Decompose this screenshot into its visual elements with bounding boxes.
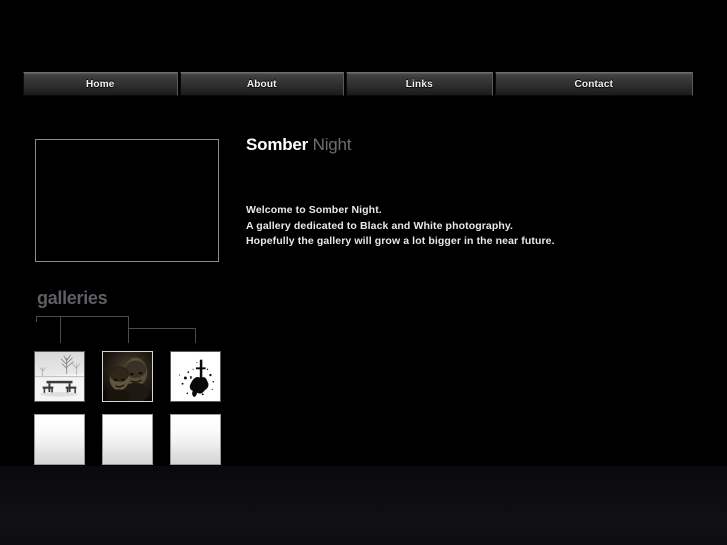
gallery-thumbnail-grid <box>34 351 234 465</box>
nav-label-links: Links <box>405 78 433 90</box>
main-navigation: Home About Links Contact <box>23 72 693 96</box>
gallery-bracket-vertical-2 <box>60 316 61 343</box>
nav-item-contact[interactable]: Contact <box>494 72 693 96</box>
intro-paragraph: Welcome to Somber Night. A gallery dedic… <box>246 203 686 250</box>
ink-splatter-image <box>171 352 220 401</box>
snow-picnic-table-image <box>35 352 84 401</box>
galleries-heading: galleries <box>37 288 108 308</box>
header-band <box>0 0 727 70</box>
intro-block: Somber Night Welcome to Somber Night. A … <box>246 134 686 250</box>
gallery-bracket-horizontal-2 <box>128 328 196 329</box>
thumbnail-placeholder-3[interactable] <box>170 414 221 465</box>
intro-line-2: A gallery dedicated to Black and White p… <box>246 219 514 232</box>
nav-label-home: Home <box>85 78 115 90</box>
page-root: Home About Links Contact Somber Night We… <box>0 0 727 545</box>
site-title-strong: Somber <box>246 135 309 154</box>
gallery-bracket-vertical-3 <box>128 316 129 343</box>
gallery-bracket-horizontal-1 <box>36 316 129 317</box>
intro-line-3: Hopefully the gallery will grow a lot bi… <box>246 235 555 247</box>
thumbnail-portrait-pair[interactable] <box>102 351 153 402</box>
site-title: Somber Night <box>246 134 686 156</box>
thumbnail-placeholder-1[interactable] <box>34 414 85 465</box>
nav-item-links[interactable]: Links <box>346 72 493 96</box>
gallery-thumbnail-row-1 <box>34 351 234 402</box>
gallery-bracket-vertical-4 <box>195 328 196 343</box>
gallery-bracket-vertical-1 <box>36 316 37 322</box>
nav-item-home[interactable]: Home <box>23 72 178 96</box>
thumbnail-ink-splatter[interactable] <box>170 351 221 402</box>
nav-label-about: About <box>246 78 277 90</box>
footer <box>0 466 727 545</box>
thumbnail-snow-picnic-table[interactable] <box>34 351 85 402</box>
site-title-soft: Night <box>312 135 352 154</box>
nav-item-about[interactable]: About <box>179 72 345 96</box>
gallery-thumbnail-row-2 <box>34 414 234 465</box>
nav-label-contact: Contact <box>574 78 614 90</box>
portrait-pair-image <box>103 352 152 401</box>
feature-image-placeholder <box>35 139 219 262</box>
intro-line-1: Welcome to Somber Night. <box>246 204 382 216</box>
thumbnail-placeholder-2[interactable] <box>102 414 153 465</box>
